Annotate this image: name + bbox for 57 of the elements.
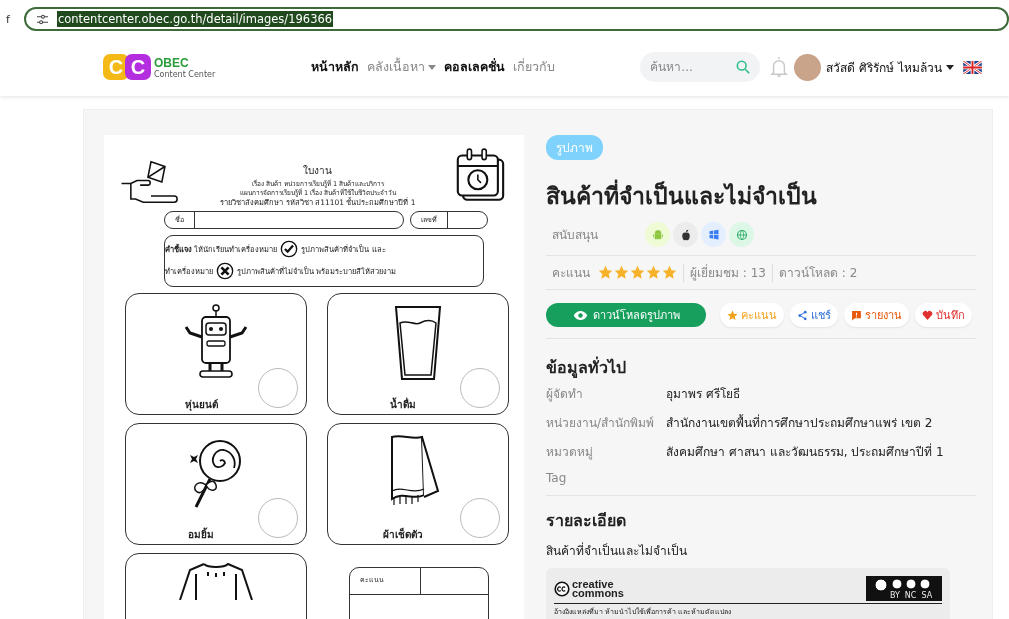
search-field[interactable]: ค้นหา... (640, 52, 761, 82)
cc-logo-text: creative (572, 579, 615, 589)
details-text: สินค้าที่จำเป็นและไม่จำเป็น (546, 541, 687, 560)
info-value: อุมาพร ศรีโยธี (666, 386, 741, 403)
report-button[interactable]: รายงาน (844, 303, 909, 327)
caret-icon[interactable] (946, 64, 954, 70)
nav-link[interactable]: หน้าหลัก (311, 57, 360, 77)
section-heading: รายละเอียด (546, 510, 626, 532)
address-bar[interactable]: contentcenter.obec.go.th/detail/images/196366 (23, 7, 1009, 31)
logo-letter[interactable]: C (125, 54, 151, 80)
picture-label: อมยิ้ม (188, 526, 214, 542)
save-button[interactable]: บันทึก (915, 303, 972, 327)
downloads-count: ดาวน์โหลด : 2 (778, 265, 858, 282)
apple-platform-icon (673, 222, 698, 247)
eye-icon[interactable] (572, 309, 588, 321)
cc-logo-text: commons (572, 588, 624, 598)
share-icon[interactable] (797, 309, 808, 321)
url-text: contentcenter.obec.go.th/detail/images/196366 (56, 11, 334, 27)
user-name[interactable]: สวัสดี ศิริรักษ์ ไหมล้วน (826, 57, 942, 77)
page-title: สินค้าที่จำเป็นและไม่จำเป็น (546, 178, 817, 214)
section-heading: ข้อมูลทั่วไป (546, 355, 626, 380)
star-icon[interactable] (727, 309, 738, 321)
web-platform-icon (729, 222, 754, 247)
nav-link[interactable]: คลังเนื้อหา (367, 57, 437, 77)
picture-label: หุ่นยนต์ (184, 397, 218, 412)
windows-platform-icon (701, 222, 726, 247)
logo-name[interactable]: OBEC (154, 55, 216, 70)
cross-mark-icon (216, 261, 234, 280)
info-label: ผู้จัดทำ (546, 386, 584, 403)
nav-link[interactable]: คอลเลคชั่น (444, 57, 506, 77)
license-badge: BY NC SA (866, 576, 942, 601)
site-settings-icon[interactable] (35, 13, 49, 25)
edge-fragment: f (6, 12, 10, 26)
search-icon[interactable] (736, 60, 751, 74)
logo-subtitle: Content Center (154, 69, 216, 79)
android-platform-icon (645, 222, 670, 247)
views-count: ผู้เยี่ยมชม : 13 (690, 263, 766, 282)
check-mark-icon (280, 239, 299, 258)
info-label: หน่วยงาน/สำนักพิมพ์ (546, 415, 656, 432)
type-badge: รูปภาพ (546, 135, 603, 160)
cc-icon (554, 580, 570, 597)
info-value: สำนักงานเขตพื้นที่การศึกษาประถมศึกษาแพร่ เขต 2 (666, 413, 934, 432)
download-button[interactable]: ดาวน์โหลดรูปภาพ (546, 303, 706, 327)
nav-link[interactable]: เกี่ยวกับ (513, 57, 556, 77)
support-label: สนับสนุน (552, 227, 599, 244)
picture-label: น้ำดื่ม (390, 396, 416, 412)
exclamation-icon[interactable] (851, 309, 862, 321)
worksheet-title: ใบงาน (303, 164, 333, 178)
avatar[interactable] (794, 53, 822, 81)
info-value: สังคมศึกษา ศาสนา และวัฒนธรรม, ประถมศึกษาปีที่ 1 (666, 442, 945, 461)
flag-icon[interactable] (963, 60, 982, 74)
rating-label: คะแนน (552, 265, 590, 282)
info-label: หมวดหมู่ (546, 444, 594, 461)
picture-label: ผ้าเช็ดตัว (383, 526, 423, 542)
heart-icon[interactable] (922, 309, 933, 321)
info-label: Tag (546, 471, 568, 485)
share-button[interactable]: แชร์ (790, 303, 838, 327)
